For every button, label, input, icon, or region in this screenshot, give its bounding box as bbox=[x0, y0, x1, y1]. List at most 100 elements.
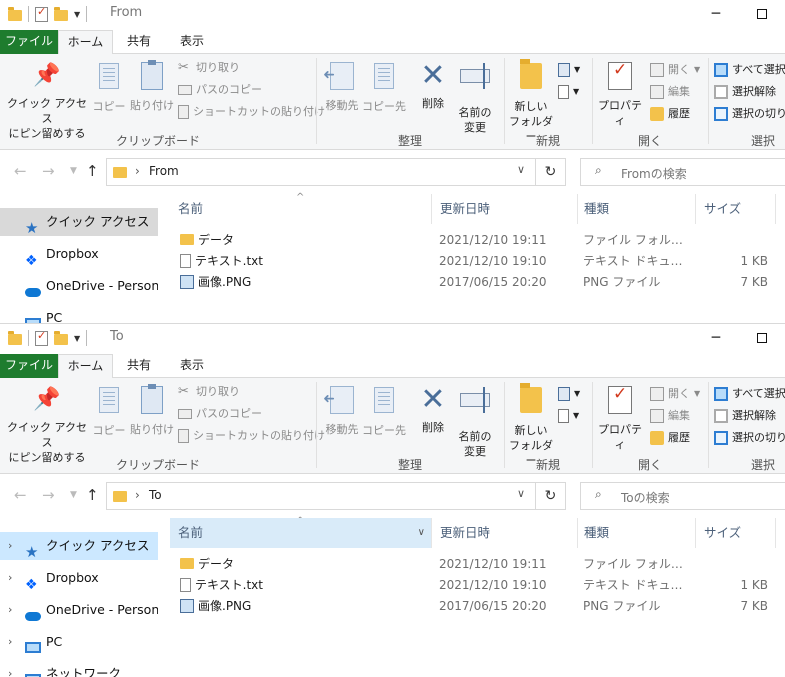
invert-selection-button[interactable]: 選択の切り替え bbox=[714, 104, 785, 124]
select-none-button[interactable]: 選択解除 bbox=[714, 82, 776, 102]
search-box[interactable]: ⌕ Fromの検索 bbox=[580, 158, 785, 186]
forward-button[interactable]: → bbox=[42, 486, 55, 504]
rename-button[interactable]: 名前の 変更 bbox=[452, 60, 498, 135]
maximize-button[interactable] bbox=[739, 324, 785, 354]
column-header-type[interactable]: 種類 bbox=[576, 194, 696, 224]
forward-button[interactable]: → bbox=[42, 162, 55, 180]
nav-item[interactable]: › PC bbox=[0, 628, 158, 656]
nav-item[interactable]: › OneDrive - Personal bbox=[0, 596, 158, 624]
table-row[interactable]: 画像.PNG 2017/06/15 20:20 PNG ファイル 7 KB bbox=[162, 272, 785, 293]
back-button[interactable]: ← bbox=[14, 162, 27, 180]
tab-home[interactable]: ホーム bbox=[58, 30, 113, 55]
up-button[interactable]: ↑ bbox=[86, 162, 99, 180]
expand-chevron-icon[interactable]: › bbox=[8, 532, 12, 560]
column-header-size[interactable]: サイズ bbox=[696, 518, 776, 548]
copy-path-button[interactable]: パスのコピー bbox=[178, 404, 262, 424]
edit-button[interactable]: 編集 bbox=[650, 406, 690, 426]
nav-item[interactable]: ❖ Dropbox bbox=[0, 240, 158, 268]
history-button[interactable]: 履歴 bbox=[650, 104, 690, 124]
paste-shortcut-button[interactable]: ショートカットの貼り付け bbox=[178, 102, 325, 122]
nav-item[interactable]: ★ クイック アクセス bbox=[0, 208, 158, 236]
pin-to-quick-access-button[interactable]: 📌 クイック アクセス にピン留めする bbox=[6, 384, 88, 465]
properties-icon[interactable] bbox=[35, 329, 48, 346]
paste-button[interactable]: 貼り付け bbox=[128, 384, 176, 437]
new-folder-icon[interactable] bbox=[54, 6, 68, 21]
refresh-button[interactable]: ↻ bbox=[536, 158, 566, 186]
recent-locations-chevron-down-icon[interactable]: ▼ bbox=[70, 490, 77, 500]
search-box[interactable]: ⌕ Toの検索 bbox=[580, 482, 785, 510]
delete-button[interactable]: ✕ 削除 bbox=[414, 384, 452, 435]
table-row[interactable]: テキスト.txt 2021/12/10 19:10 テキスト ドキュメント 1 KB bbox=[162, 251, 785, 272]
customize-toolbar-chevron-down-icon[interactable]: ▼ bbox=[74, 334, 80, 343]
pin-to-quick-access-button[interactable]: 📌 クイック アクセス にピン留めする bbox=[6, 60, 88, 141]
select-all-button[interactable]: すべて選択 bbox=[714, 60, 785, 80]
tab-view[interactable]: 表示 bbox=[166, 354, 218, 378]
table-row[interactable]: 画像.PNG 2017/06/15 20:20 PNG ファイル 7 KB bbox=[162, 596, 785, 617]
expand-chevron-icon[interactable]: › bbox=[8, 596, 12, 624]
tab-share[interactable]: 共有 bbox=[116, 354, 162, 378]
copy-button[interactable]: コピー bbox=[90, 384, 128, 438]
nav-item[interactable]: › ネットワーク bbox=[0, 660, 158, 677]
nav-item[interactable]: › ★ クイック アクセス bbox=[0, 532, 158, 560]
cut-button[interactable]: ✂ 切り取り bbox=[178, 58, 240, 78]
nav-item[interactable]: OneDrive - Personal bbox=[0, 272, 158, 300]
easy-access-button[interactable]: ▼ bbox=[558, 406, 579, 426]
expand-chevron-icon[interactable]: › bbox=[8, 564, 12, 592]
address-history-chevron-down-icon[interactable]: ∨ bbox=[517, 163, 525, 176]
rename-button[interactable]: 名前の 変更 bbox=[452, 384, 498, 459]
copy-to-button[interactable]: コピー先 bbox=[362, 384, 406, 438]
column-header-size[interactable]: サイズ bbox=[696, 194, 776, 224]
address-bar[interactable]: › From ∨ bbox=[106, 158, 536, 186]
copy-button[interactable]: コピー bbox=[90, 60, 128, 114]
delete-button[interactable]: ✕ 削除 bbox=[414, 60, 452, 111]
move-to-button[interactable]: 移動先 bbox=[320, 60, 364, 113]
paste-shortcut-button[interactable]: ショートカットの貼り付け bbox=[178, 426, 325, 446]
new-item-button[interactable]: ▼ bbox=[558, 60, 580, 80]
edit-button[interactable]: 編集 bbox=[650, 82, 690, 102]
copy-path-button[interactable]: パスのコピー bbox=[178, 80, 262, 100]
open-button[interactable]: 開く ▼ bbox=[650, 384, 700, 404]
move-to-button[interactable]: 移動先 bbox=[320, 384, 364, 437]
maximize-button[interactable] bbox=[739, 0, 785, 30]
recent-locations-chevron-down-icon[interactable]: ▼ bbox=[70, 166, 77, 176]
refresh-button[interactable]: ↻ bbox=[536, 482, 566, 510]
minimize-button[interactable]: ─ bbox=[693, 324, 739, 354]
customize-toolbar-chevron-down-icon[interactable]: ▼ bbox=[74, 10, 80, 19]
breadcrumb-current[interactable]: To bbox=[149, 488, 162, 502]
nav-item[interactable]: PC bbox=[0, 304, 158, 323]
table-row[interactable]: データ 2021/12/10 19:11 ファイル フォルダー bbox=[162, 554, 785, 575]
tab-view[interactable]: 表示 bbox=[166, 30, 218, 54]
select-none-button[interactable]: 選択解除 bbox=[714, 406, 776, 426]
breadcrumb-chevron-icon[interactable]: › bbox=[135, 164, 140, 178]
new-folder-icon[interactable] bbox=[54, 330, 68, 345]
paste-button[interactable]: 貼り付け bbox=[128, 60, 176, 113]
breadcrumb-chevron-icon[interactable]: › bbox=[135, 488, 140, 502]
column-header-date-modified[interactable]: 更新日時 bbox=[432, 194, 578, 224]
history-button[interactable]: 履歴 bbox=[650, 428, 690, 448]
properties-button[interactable]: プロパティ bbox=[596, 60, 644, 128]
easy-access-button[interactable]: ▼ bbox=[558, 82, 579, 102]
back-button[interactable]: ← bbox=[14, 486, 27, 504]
tab-file[interactable]: ファイル bbox=[0, 30, 58, 54]
open-button[interactable]: 開く ▼ bbox=[650, 60, 700, 80]
title-bar[interactable]: ▼ To ─ bbox=[0, 324, 785, 354]
tab-share[interactable]: 共有 bbox=[116, 30, 162, 54]
invert-selection-button[interactable]: 選択の切り替え bbox=[714, 428, 785, 448]
column-filter-chevron-down-icon[interactable]: ∨ bbox=[418, 518, 425, 548]
title-bar[interactable]: ▼ From ─ bbox=[0, 0, 785, 30]
column-header-date-modified[interactable]: 更新日時 bbox=[432, 518, 578, 548]
tab-file[interactable]: ファイル bbox=[0, 354, 58, 378]
copy-to-button[interactable]: コピー先 bbox=[362, 60, 406, 114]
column-header-type[interactable]: 種類 bbox=[576, 518, 696, 548]
minimize-button[interactable]: ─ bbox=[693, 0, 739, 30]
properties-icon[interactable] bbox=[35, 5, 48, 22]
table-row[interactable]: データ 2021/12/10 19:11 ファイル フォルダー bbox=[162, 230, 785, 251]
column-header-name[interactable]: 名前 ∨ bbox=[170, 518, 432, 548]
cut-button[interactable]: ✂ 切り取り bbox=[178, 382, 240, 402]
new-item-button[interactable]: ▼ bbox=[558, 384, 580, 404]
select-all-button[interactable]: すべて選択 bbox=[714, 384, 785, 404]
nav-item[interactable]: › ❖ Dropbox bbox=[0, 564, 158, 592]
up-button[interactable]: ↑ bbox=[86, 486, 99, 504]
table-row[interactable]: テキスト.txt 2021/12/10 19:10 テキスト ドキュメント 1 KB bbox=[162, 575, 785, 596]
expand-chevron-icon[interactable]: › bbox=[8, 660, 12, 677]
